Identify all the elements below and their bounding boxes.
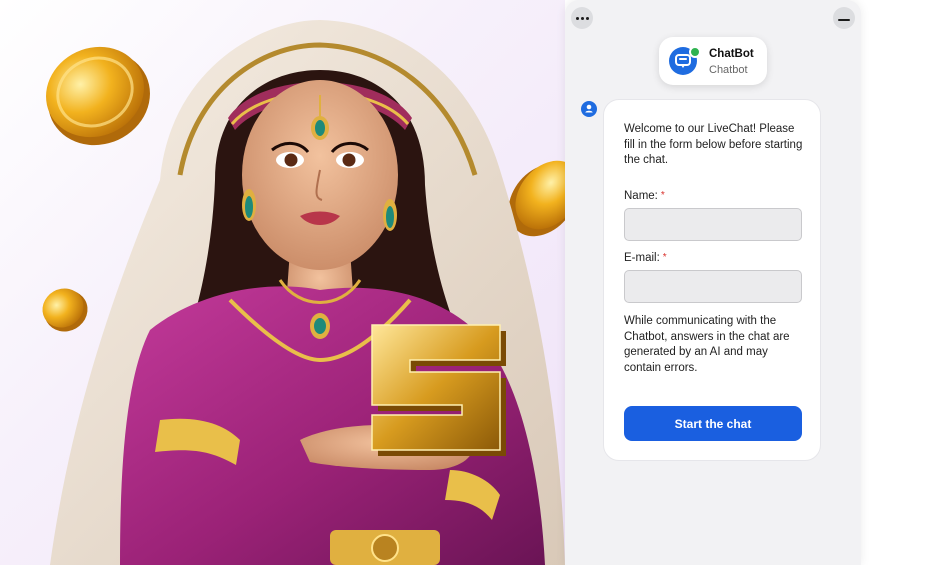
- more-options-button[interactable]: [571, 7, 593, 29]
- promo-banner: [0, 0, 565, 565]
- bot-header-card: ChatBot Chatbot: [659, 37, 767, 85]
- message-avatar: [581, 101, 597, 117]
- more-horizontal-icon: [575, 16, 589, 20]
- user-icon: [585, 104, 593, 113]
- gold-five-emblem: [371, 324, 506, 456]
- coin-left-small: [42, 288, 88, 332]
- required-mark: *: [662, 252, 667, 263]
- welcome-message: Welcome to our LiveChat! Please fill in …: [624, 123, 803, 166]
- ai-disclaimer: While communicating with the Chatbot, an…: [624, 315, 790, 374]
- name-label-text: Name:: [624, 190, 658, 202]
- start-chat-button[interactable]: Start the chat: [624, 406, 802, 441]
- name-input[interactable]: [624, 208, 802, 241]
- bot-name: ChatBot: [709, 48, 754, 60]
- email-label-text: E-mail:: [624, 252, 660, 264]
- promo-illustration: [42, 20, 565, 565]
- online-status-dot: [689, 46, 701, 58]
- email-label: E-mail: *: [624, 252, 667, 264]
- required-mark: *: [660, 190, 665, 201]
- minimize-button[interactable]: [833, 7, 855, 29]
- name-label: Name: *: [624, 190, 665, 202]
- prechat-form: Welcome to our LiveChat! Please fill in …: [603, 99, 821, 461]
- email-input[interactable]: [624, 270, 802, 303]
- minimize-icon: [838, 18, 850, 21]
- chat-widget: ChatBot Chatbot Welcome to our LiveChat!…: [565, 0, 861, 565]
- coin-top-left: [46, 46, 150, 146]
- bot-subtitle: Chatbot: [709, 64, 748, 76]
